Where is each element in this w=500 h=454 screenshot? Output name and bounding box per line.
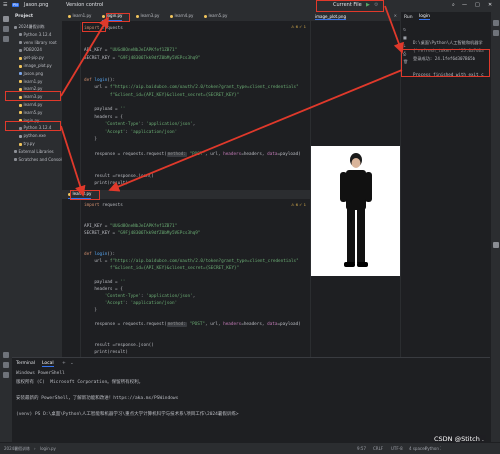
- arrow-run-to-output: [384, 5, 404, 54]
- annotation-arrows: [60, 5, 404, 197]
- arrow-learn2-to-tab: [60, 16, 109, 97]
- arrow-login-to-bottom-tab: [60, 125, 86, 197]
- arrow-output-to-code: [108, 69, 403, 192]
